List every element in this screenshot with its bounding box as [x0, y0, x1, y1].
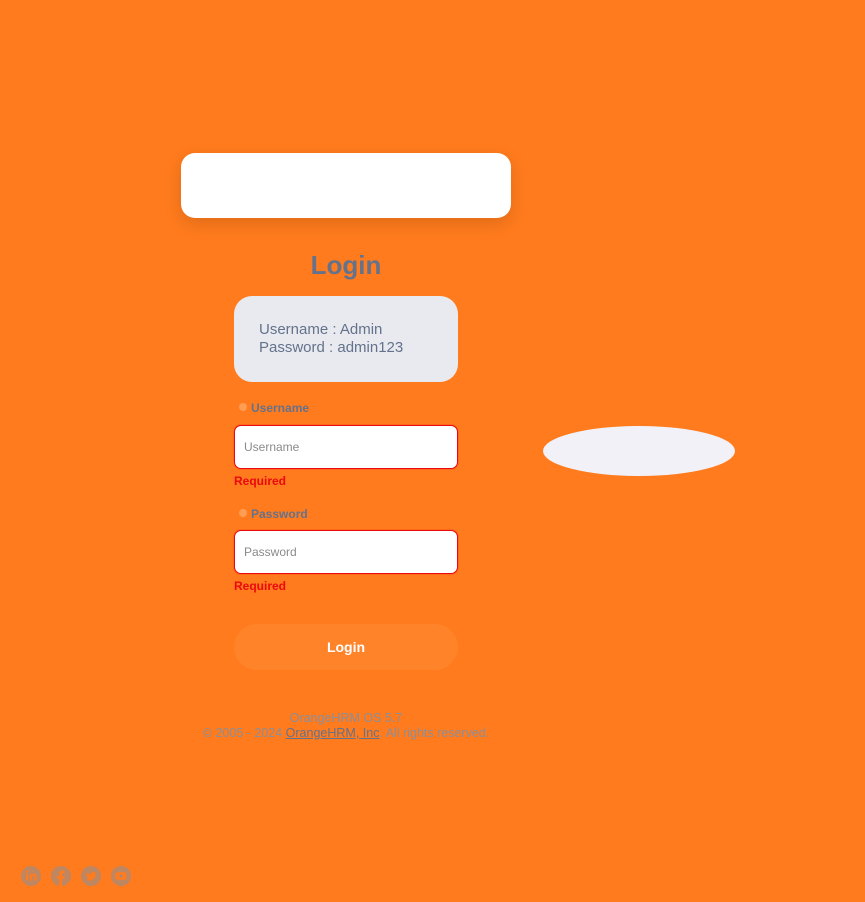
copyright-prefix: © 2005 - 2024	[202, 726, 286, 740]
youtube-link[interactable]	[110, 865, 132, 887]
social-links	[20, 865, 132, 887]
footer: OrangeHRM OS 5.7 © 2005 - 2024 OrangeHRM…	[181, 711, 511, 741]
version-text: OrangeHRM OS 5.7	[289, 711, 403, 725]
facebook-link[interactable]	[50, 865, 72, 887]
login-title: Login	[310, 250, 382, 280]
user-icon	[239, 403, 247, 411]
facebook-icon	[51, 866, 71, 886]
twitter-link[interactable]	[80, 865, 102, 887]
login-button[interactable]: Login	[234, 624, 458, 670]
username-hint: Username : Admin	[259, 321, 383, 338]
username-error: Required	[234, 474, 287, 488]
branding-image-placeholder	[543, 426, 735, 476]
lock-icon	[239, 509, 247, 517]
username-label: Username	[251, 401, 310, 415]
credentials-hint-box: Username : Admin Password : admin123	[234, 296, 458, 382]
twitter-icon	[81, 866, 101, 886]
copyright-text: © 2005 - 2024 OrangeHRM, Inc. All rights…	[181, 726, 511, 741]
copyright-suffix: . All rights reserved.	[379, 726, 490, 740]
password-label: Password	[251, 507, 308, 521]
password-input[interactable]	[234, 530, 458, 574]
linkedin-icon	[21, 866, 41, 886]
username-input[interactable]	[234, 425, 458, 469]
branding-logo-card	[181, 153, 511, 218]
company-link[interactable]: OrangeHRM, Inc	[286, 726, 380, 740]
linkedin-link[interactable]	[20, 865, 42, 887]
password-error: Required	[234, 579, 287, 593]
youtube-icon	[111, 866, 131, 886]
password-hint: Password : admin123	[259, 339, 404, 356]
